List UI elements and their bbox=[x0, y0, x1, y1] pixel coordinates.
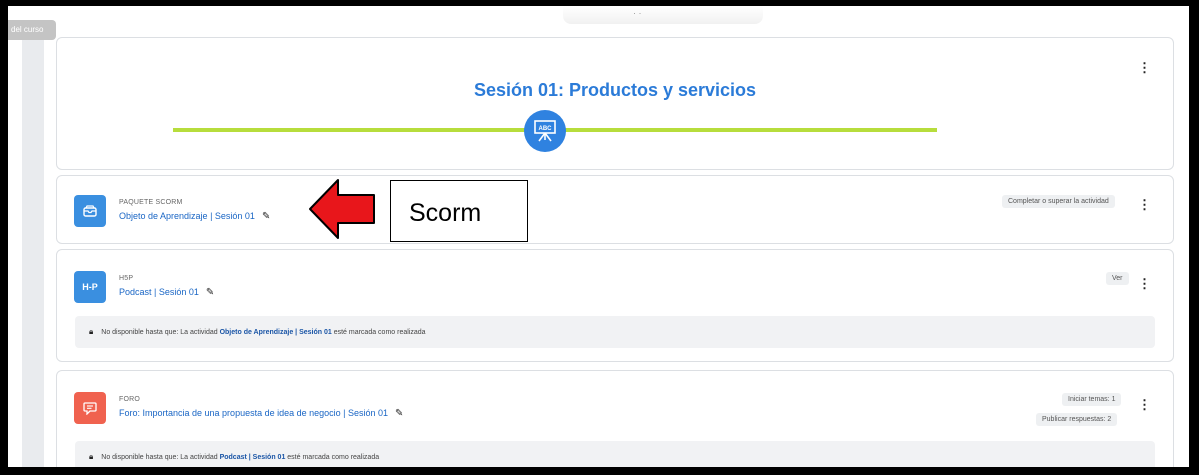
activity-card-forum: FORO Foro: Importancia de una propuesta … bbox=[56, 370, 1174, 467]
section-divider-right bbox=[562, 128, 937, 132]
edit-pencil-icon[interactable]: ✎ bbox=[395, 408, 403, 419]
section-menu-button[interactable]: ⋮ bbox=[1138, 61, 1151, 75]
completion-badge: Ver bbox=[1106, 272, 1129, 285]
activity-card-h5p: H-P H5P Podcast | Sesión 01 ✎ Ver ⋮ 🔒︎ No … bbox=[56, 249, 1174, 362]
activity-link-scorm[interactable]: Objeto de Aprendizaje | Sesión 01 ✎ bbox=[119, 211, 270, 222]
activity-type-label: H5P bbox=[119, 275, 134, 282]
section-header-card: ⋮ Sesión 01: Productos y servicios ABC bbox=[56, 37, 1174, 170]
restriction-notice: 🔒︎ No disponible hasta que: La actividad … bbox=[75, 441, 1155, 467]
activity-link-podcast[interactable]: Podcast | Sesión 01 ✎ bbox=[119, 287, 214, 298]
section-divider-left bbox=[173, 128, 529, 132]
screenshot-frame: del curso · · ⋮ Sesión 01: Productos y s… bbox=[8, 6, 1189, 467]
red-arrow-annotation bbox=[309, 179, 375, 239]
activity-type-label: FORO bbox=[119, 396, 141, 403]
start-topics-badge: Iniciar temas: 1 bbox=[1062, 393, 1122, 406]
h5p-icon: H-P bbox=[74, 271, 106, 303]
activity-link-forum[interactable]: Foro: Importancia de una propuesta de id… bbox=[119, 408, 403, 419]
edit-pencil-icon[interactable]: ✎ bbox=[262, 211, 270, 222]
course-index-tab[interactable]: del curso bbox=[8, 20, 56, 40]
activity-card-scorm: PAQUETE SCORM Objeto de Aprendizaje | Se… bbox=[56, 175, 1174, 244]
activity-menu-button[interactable]: ⋮ bbox=[1138, 198, 1151, 212]
section-title: Sesión 01: Productos y servicios bbox=[473, 80, 757, 100]
restriction-notice: 🔒︎ No disponible hasta que: La actividad … bbox=[75, 316, 1155, 348]
activity-type-label: PAQUETE SCORM bbox=[119, 199, 183, 206]
activity-menu-button[interactable]: ⋮ bbox=[1138, 277, 1151, 291]
edit-pencil-icon[interactable]: ✎ bbox=[206, 287, 214, 298]
scorm-callout-label: Scorm bbox=[390, 180, 528, 242]
lock-icon: 🔒︎ bbox=[89, 327, 94, 336]
completion-badge: Completar o superar la actividad bbox=[1002, 195, 1115, 208]
activity-menu-button[interactable]: ⋮ bbox=[1138, 398, 1151, 412]
lock-icon: 🔒︎ bbox=[89, 452, 94, 461]
svg-text:ABC: ABC bbox=[539, 126, 553, 132]
top-toolbar-fade: · · bbox=[563, 6, 763, 24]
forum-icon bbox=[74, 392, 106, 424]
package-icon bbox=[74, 195, 106, 227]
presentation-board-icon: ABC bbox=[524, 110, 566, 152]
course-index-drawer-edge bbox=[22, 40, 44, 467]
post-replies-badge: Publicar respuestas: 2 bbox=[1036, 413, 1118, 426]
